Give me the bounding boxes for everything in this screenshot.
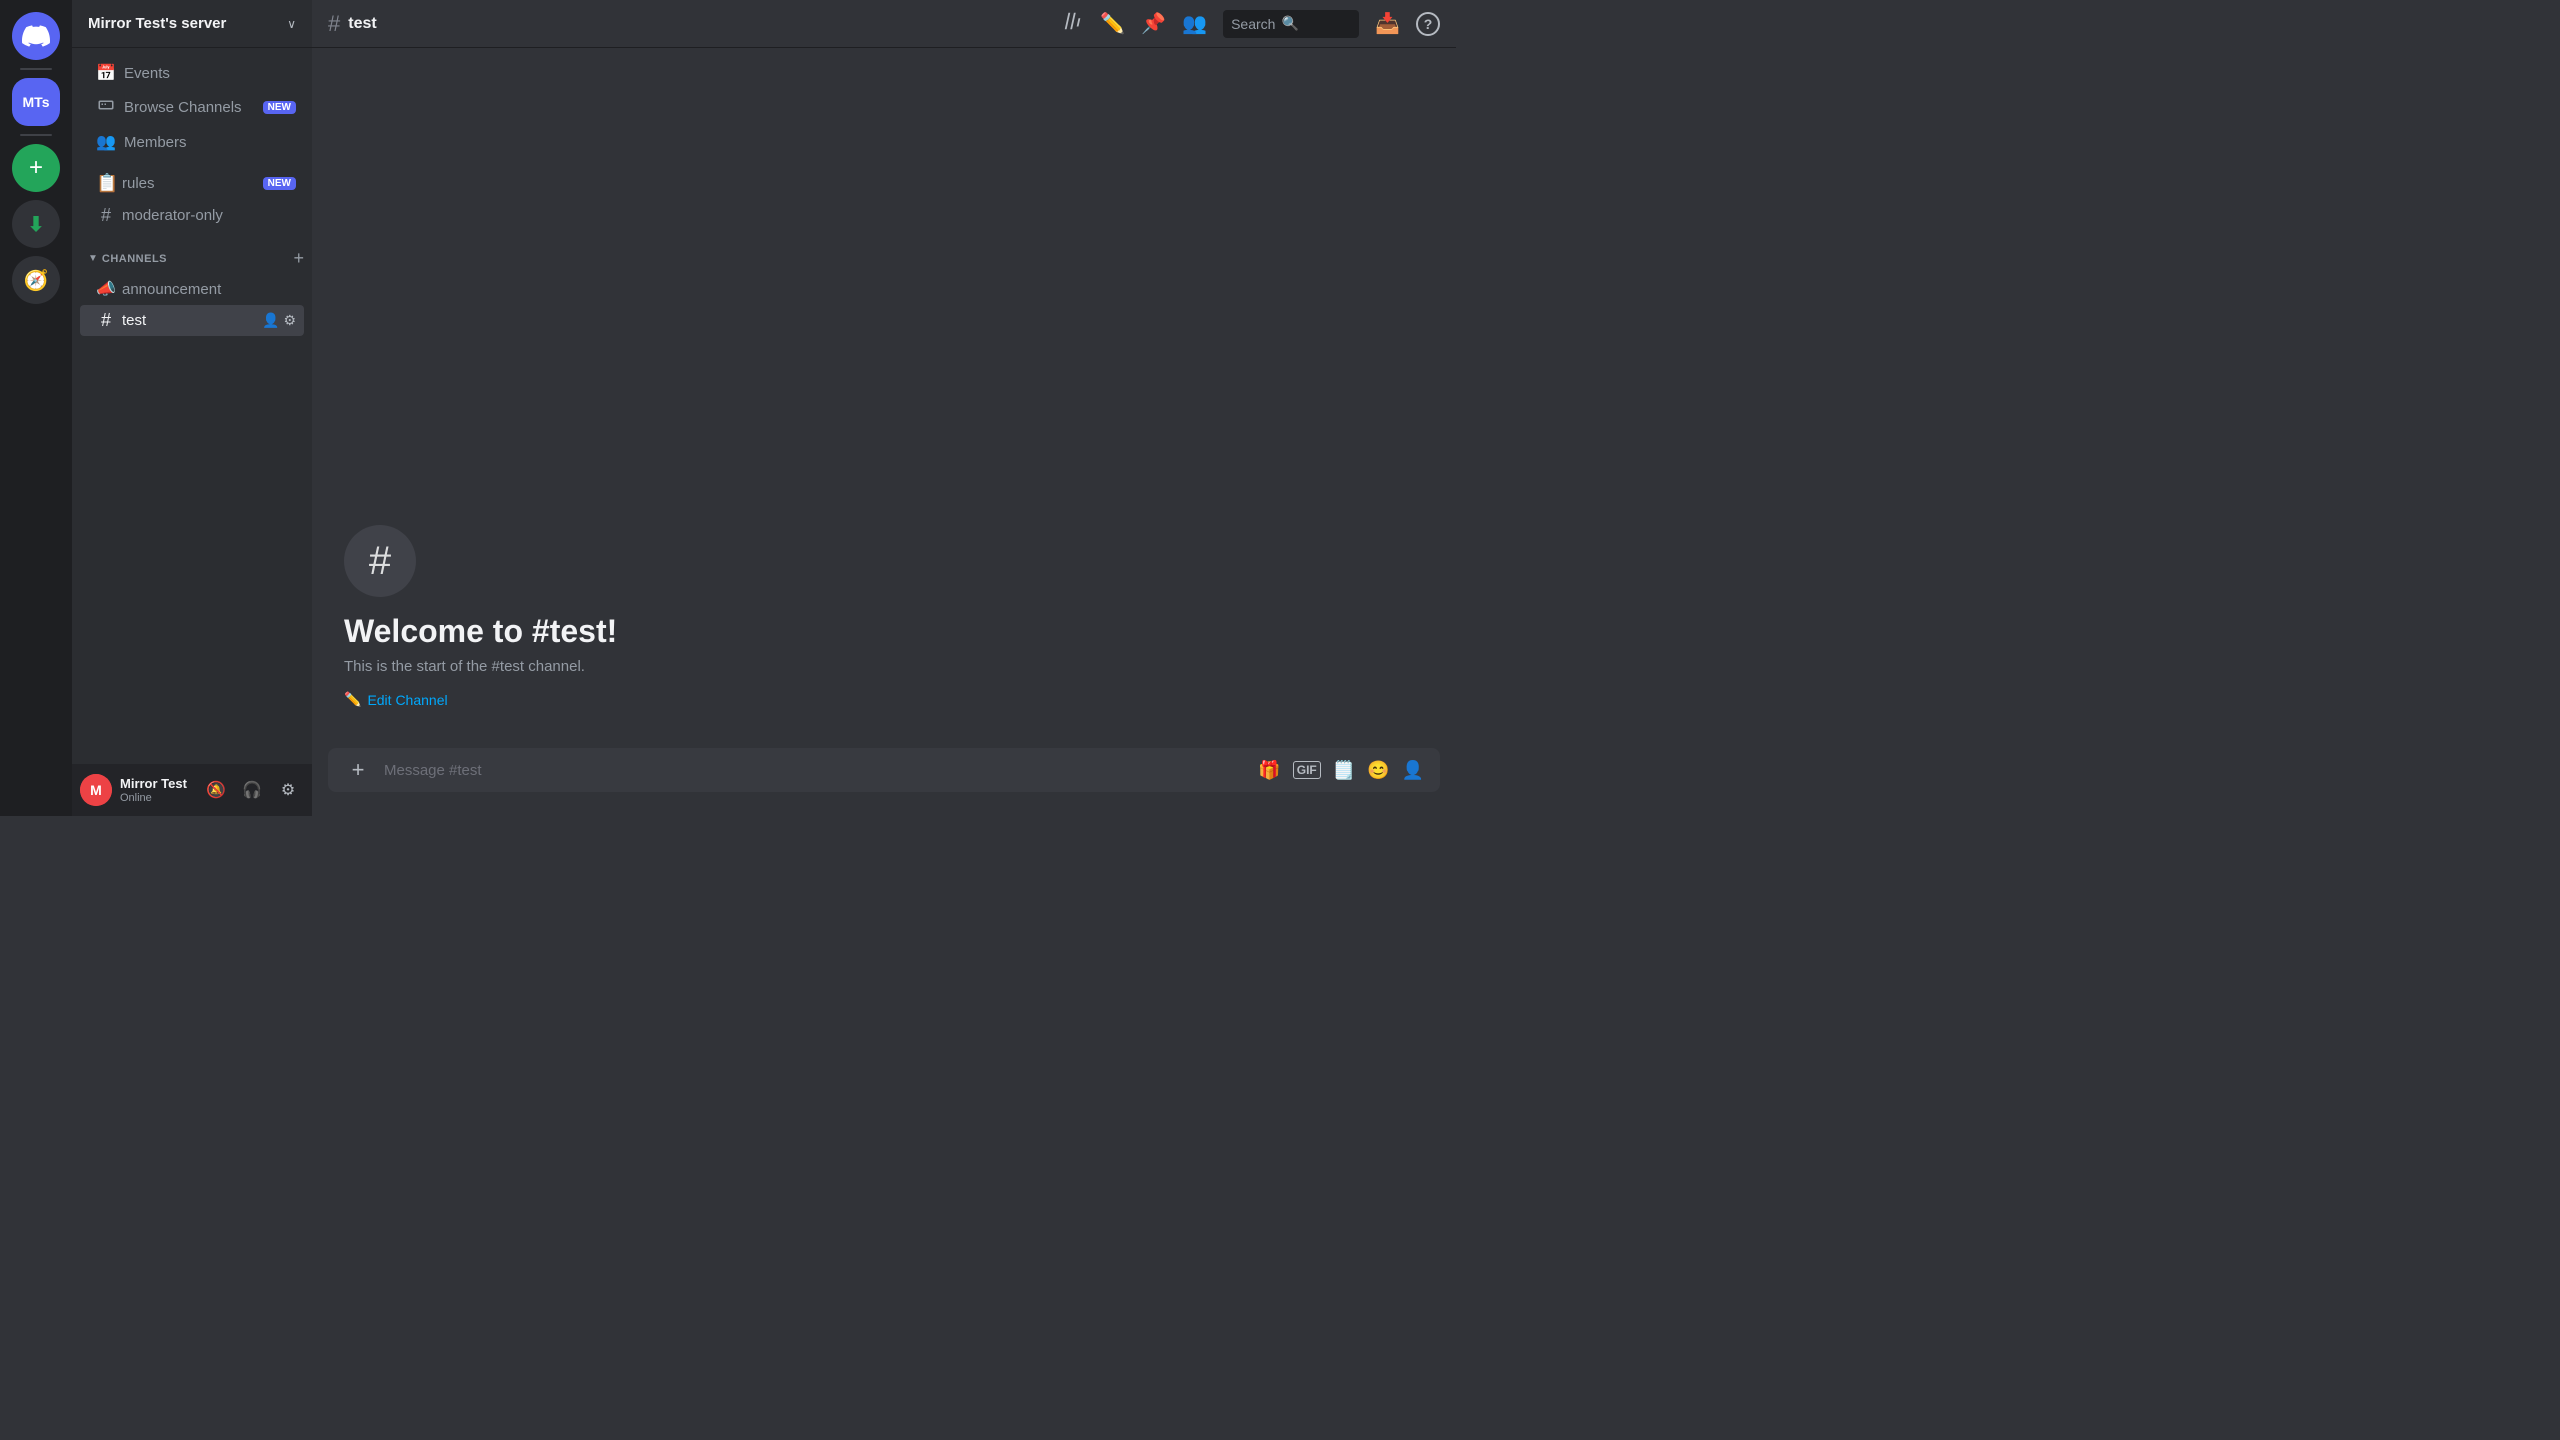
user-area: M Mirror Test Online 🔕 🎧 ⚙ — [72, 764, 312, 816]
search-placeholder-text: Search — [1231, 16, 1275, 32]
channel-header-hash-icon: # — [328, 11, 340, 37]
chat-area: # Welcome to #test! This is the start of… — [312, 48, 1456, 816]
slash-icon[interactable] — [1062, 10, 1084, 37]
message-input[interactable] — [384, 762, 1246, 779]
browse-channels-label: Browse Channels — [124, 99, 255, 116]
user-controls: 🔕 🎧 ⚙ — [200, 774, 304, 806]
gift-icon[interactable]: 🎁 — [1258, 760, 1280, 781]
events-icon: 📅 — [96, 63, 116, 83]
inbox-icon[interactable]: 📥 — [1375, 11, 1400, 36]
channel-header-name: test — [348, 15, 376, 33]
members-activity-icon[interactable]: 👤 — [1402, 760, 1424, 781]
channel-item-test[interactable]: # test 👤 ⚙ — [80, 305, 304, 336]
add-server-button[interactable]: + — [12, 144, 60, 192]
user-avatar: M — [80, 774, 112, 806]
add-channel-button[interactable]: + — [293, 248, 304, 269]
browse-channels-icon — [96, 96, 116, 119]
headphones-icon: 🎧 — [242, 780, 262, 800]
message-input-actions: 🎁 GIF 🗒️ 😊 👤 — [1258, 760, 1424, 781]
sidebar-item-members[interactable]: 👥 Members — [80, 126, 304, 158]
channel-list: 📅 Events Browse Channels NEW 👥 Members 📋… — [72, 48, 312, 764]
channel-item-moderator[interactable]: # moderator-only — [80, 200, 304, 231]
channels-category[interactable]: ▼ CHANNELS + — [72, 232, 312, 273]
deafen-button[interactable]: 🎧 — [236, 774, 268, 806]
pin-icon[interactable]: 📌 — [1141, 11, 1166, 36]
main-content: # test ✏️ 📌 👥 Search 🔍 📥 ? — [312, 0, 1456, 816]
channel-settings-icon[interactable]: ⚙ — [283, 312, 296, 329]
server-divider — [20, 68, 52, 70]
search-icon: 🔍 — [1281, 15, 1298, 32]
moderator-icon: # — [96, 205, 116, 226]
channels-collapse-icon: ▼ — [88, 253, 98, 264]
channel-sidebar: Mirror Test's server ∨ 📅 Events Browse C… — [72, 0, 312, 816]
emoji-icon[interactable]: 😊 — [1367, 760, 1389, 781]
download-button[interactable]: ⬇ — [12, 200, 60, 248]
sidebar-item-browse-channels[interactable]: Browse Channels NEW — [80, 90, 304, 125]
svg-text:M: M — [90, 782, 102, 798]
channel-welcome-title: Welcome to #test! — [344, 613, 1424, 650]
channel-welcome-icon: # — [344, 525, 416, 597]
announcement-name: announcement — [122, 281, 296, 298]
user-name: Mirror Test — [120, 776, 192, 792]
mute-icon: 🔕 — [206, 780, 226, 800]
sidebar-item-events[interactable]: 📅 Events — [80, 57, 304, 89]
user-settings-button[interactable]: ⚙ — [272, 774, 304, 806]
edit-channel-pencil-icon: ✏️ — [344, 691, 361, 708]
members-label: Members — [124, 134, 296, 151]
server-name: Mirror Test's server — [88, 15, 279, 32]
discord-home-button[interactable] — [12, 12, 60, 60]
channel-welcome: # Welcome to #test! This is the start of… — [312, 525, 1456, 728]
edit-channel-text: Edit Channel — [367, 692, 447, 708]
add-attachment-button[interactable]: + — [344, 756, 372, 784]
sticker-icon[interactable]: 🗒️ — [1333, 760, 1355, 781]
messages-area: # Welcome to #test! This is the start of… — [312, 48, 1456, 748]
server-divider-2 — [20, 134, 52, 136]
settings-icon: ⚙ — [281, 780, 295, 800]
browse-channels-badge: NEW — [263, 101, 296, 114]
channel-welcome-desc: This is the start of the #test channel. — [344, 658, 1424, 675]
server-chevron-icon: ∨ — [287, 17, 296, 31]
channel-item-rules[interactable]: 📋 rules NEW — [80, 168, 304, 199]
channel-item-announcement[interactable]: 📣 announcement — [80, 274, 304, 304]
channel-actions: 👤 ⚙ — [262, 312, 296, 329]
top-bar-actions: ✏️ 📌 👥 Search 🔍 📥 ? — [1062, 10, 1440, 38]
mute-button[interactable]: 🔕 — [200, 774, 232, 806]
help-icon[interactable]: ? — [1416, 12, 1440, 36]
members-icon: 👥 — [96, 132, 116, 152]
server-header[interactable]: Mirror Test's server ∨ — [72, 0, 312, 48]
rules-badge: NEW — [263, 177, 296, 190]
message-input-area: + 🎁 GIF 🗒️ 😊 👤 — [312, 748, 1456, 816]
server-icon-mt[interactable]: MTs — [12, 78, 60, 126]
announcement-icon: 📣 — [96, 279, 116, 299]
top-bar: # test ✏️ 📌 👥 Search 🔍 📥 ? — [312, 0, 1456, 48]
user-status: Online — [120, 792, 192, 804]
explore-button[interactable]: 🧭 — [12, 256, 60, 304]
search-bar[interactable]: Search 🔍 — [1223, 10, 1359, 38]
edit-icon[interactable]: ✏️ — [1100, 11, 1125, 36]
moderator-name: moderator-only — [122, 207, 296, 224]
rules-name: rules — [122, 175, 257, 192]
rules-icon: 📋 — [96, 173, 116, 194]
members-toggle-icon[interactable]: 👥 — [1182, 11, 1207, 36]
test-channel-icon: # — [96, 310, 116, 331]
server-sidebar: MTs + ⬇ 🧭 — [0, 0, 72, 816]
gif-button[interactable]: GIF — [1293, 761, 1321, 779]
user-info: Mirror Test Online — [120, 776, 192, 804]
channels-category-name: CHANNELS — [102, 253, 290, 265]
test-channel-name: test — [122, 312, 256, 329]
edit-channel-link[interactable]: ✏️ Edit Channel — [344, 691, 1424, 708]
events-label: Events — [124, 65, 296, 82]
message-input-box: + 🎁 GIF 🗒️ 😊 👤 — [328, 748, 1440, 792]
add-members-icon[interactable]: 👤 — [262, 312, 279, 329]
